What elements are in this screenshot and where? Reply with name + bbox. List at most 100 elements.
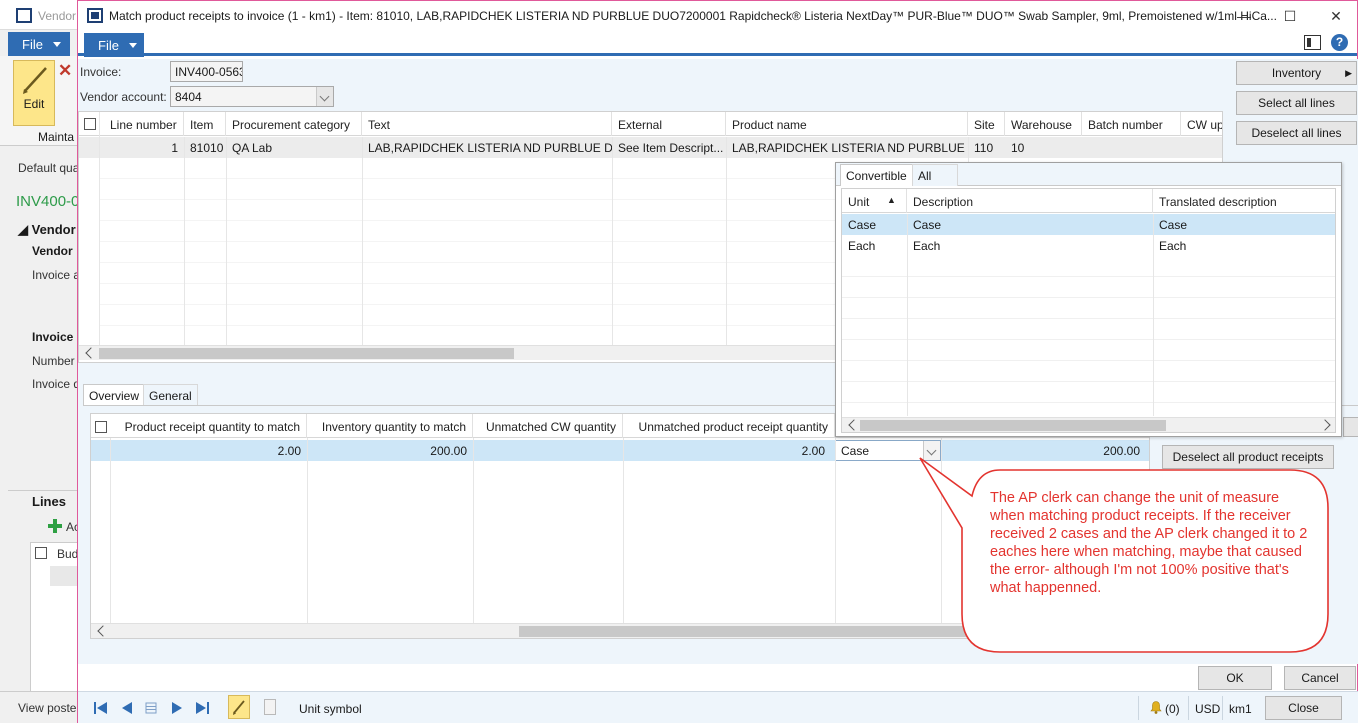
- attachments-icon[interactable]: [264, 699, 276, 715]
- column-divider: [907, 214, 908, 416]
- column-header[interactable]: Product receipt quantity to match: [110, 414, 307, 438]
- scroll-left-icon[interactable]: [85, 347, 97, 359]
- next-record-icon[interactable]: [172, 702, 182, 714]
- column-divider: [726, 137, 727, 345]
- last-record-icon[interactable]: [196, 702, 209, 714]
- vendor-subheader: Vendor: [32, 244, 73, 258]
- deselect-all-product-receipts-button[interactable]: Deselect all product receipts: [1162, 445, 1334, 469]
- select-all-checkbox[interactable]: [84, 118, 96, 130]
- column-header[interactable]: Product name: [726, 112, 968, 136]
- scrollbar-thumb[interactable]: [99, 348, 514, 359]
- chevron-down-icon[interactable]: [923, 441, 940, 460]
- column-header[interactable]: Description: [907, 189, 1153, 213]
- unmatched-qty-cell[interactable]: 2.00: [623, 440, 831, 461]
- scroll-right-icon[interactable]: [1319, 419, 1331, 431]
- column-divider: [473, 438, 474, 623]
- horizontal-scrollbar[interactable]: [842, 417, 1335, 432]
- app-icon: [16, 8, 32, 23]
- ok-button[interactable]: OK: [1198, 666, 1272, 690]
- column-header[interactable]: Unmatched product receipt quantity: [623, 414, 835, 438]
- bell-icon[interactable]: [1148, 699, 1164, 715]
- edit-button-label: Edit: [23, 97, 45, 111]
- field-help-label: Unit symbol: [299, 702, 362, 716]
- tab-general[interactable]: General: [143, 384, 198, 406]
- edit-mode-button[interactable]: [228, 695, 250, 719]
- vendor-account-field[interactable]: 8404: [170, 86, 334, 107]
- column-divider: [226, 137, 227, 345]
- column-header[interactable]: Translated description: [1153, 189, 1335, 213]
- company-label[interactable]: km1: [1229, 702, 1252, 716]
- column-header[interactable]: Site: [968, 112, 1005, 136]
- chevron-right-icon: ▶: [1345, 68, 1352, 78]
- lines-section-header: Lines: [32, 494, 66, 509]
- invoice-label: Invoice:: [80, 65, 122, 79]
- column-header[interactable]: Warehouse: [1005, 112, 1082, 136]
- column-divider: [835, 438, 836, 623]
- close-window-icon[interactable]: ✕: [1318, 5, 1354, 27]
- chevron-down-icon[interactable]: [316, 87, 333, 106]
- pencil-icon: [23, 67, 47, 94]
- scrollbar-thumb[interactable]: [519, 626, 979, 637]
- column-header[interactable]: Line number: [104, 112, 184, 136]
- invoice-field[interactable]: INV400-0563: [170, 61, 243, 82]
- inventory-qty-cell[interactable]: 200.00: [307, 440, 473, 461]
- minimize-icon[interactable]: —: [1226, 5, 1262, 27]
- previous-record-icon[interactable]: [122, 702, 132, 714]
- background-file-menu[interactable]: File: [8, 32, 70, 56]
- column-header[interactable]: External: [612, 112, 726, 136]
- partial-button[interactable]: [1343, 417, 1358, 437]
- file-menu[interactable]: File: [84, 33, 144, 57]
- pencil-icon: [233, 700, 245, 715]
- scroll-left-icon[interactable]: [97, 625, 109, 637]
- cancel-button[interactable]: Cancel: [1284, 666, 1356, 690]
- column-divider: [99, 112, 100, 345]
- scrollbar-thumb[interactable]: [860, 420, 1166, 431]
- help-icon[interactable]: ?: [1331, 34, 1348, 51]
- tab-overview[interactable]: Overview: [83, 384, 146, 406]
- invoice-id-heading: INV400-0: [16, 193, 80, 210]
- table-row[interactable]: 1 81010 QA Lab LAB,RAPIDCHEK LISTERIA ND…: [79, 137, 1222, 158]
- receipt-qty-cell[interactable]: 2.00: [110, 440, 307, 461]
- notification-count[interactable]: (0): [1165, 702, 1180, 716]
- column-header[interactable]: Item: [184, 112, 226, 136]
- cw-qty-cell[interactable]: [473, 440, 623, 461]
- edit-button[interactable]: [13, 60, 55, 126]
- invoice-subheader: Invoice: [32, 330, 74, 344]
- first-record-icon[interactable]: [94, 702, 107, 714]
- select-all-lines-button[interactable]: Select all lines: [1236, 91, 1357, 115]
- column-divider: [184, 137, 185, 345]
- grid-view-icon[interactable]: [145, 702, 157, 714]
- unit-combobox[interactable]: Case: [835, 440, 941, 461]
- delete-icon[interactable]: ✕: [58, 61, 72, 81]
- dialog-title-bar: Match product receipts to invoice (1 - k…: [78, 1, 1357, 31]
- column-header[interactable]: Procurement category: [226, 112, 362, 136]
- list-item[interactable]: Each Each Each: [842, 235, 1335, 256]
- extra-qty-cell[interactable]: 200.00: [941, 440, 1146, 461]
- tab-convertible[interactable]: Convertible: [840, 164, 913, 186]
- tab-all[interactable]: All: [912, 164, 958, 186]
- close-button[interactable]: Close: [1265, 696, 1342, 720]
- add-icon[interactable]: [48, 519, 62, 533]
- select-all-receipts-checkbox[interactable]: [95, 421, 107, 433]
- column-header[interactable]: CW up: [1181, 112, 1222, 136]
- select-all-checkbox[interactable]: [35, 547, 47, 559]
- column-header[interactable]: Batch number: [1082, 112, 1181, 136]
- unit-grid: Unit ▲ Description Translated description…: [841, 188, 1336, 433]
- column-header-unit[interactable]: Unit ▲: [842, 189, 907, 213]
- layout-icon[interactable]: [1304, 35, 1321, 50]
- column-header[interactable]: Inventory quantity to match: [307, 414, 473, 438]
- column-header[interactable]: Unmatched CW quantity: [473, 414, 623, 438]
- view-posted-label: View poste: [18, 701, 77, 715]
- scroll-left-icon[interactable]: [848, 419, 860, 431]
- deselect-all-lines-button[interactable]: Deselect all lines: [1236, 121, 1357, 145]
- horizontal-scrollbar[interactable]: [91, 623, 1149, 638]
- record-navigation: [94, 702, 209, 714]
- table-row[interactable]: 2.00 200.00 2.00 Case 200.00: [91, 440, 1149, 461]
- list-item[interactable]: Case Case Case: [842, 214, 1335, 235]
- column-header[interactable]: Text: [362, 112, 612, 136]
- inventory-button[interactable]: Inventory ▶: [1236, 61, 1357, 85]
- currency-label[interactable]: USD: [1195, 702, 1220, 716]
- callout-text: The AP clerk can change the unit of meas…: [990, 490, 1308, 596]
- maximize-icon[interactable]: ☐: [1272, 5, 1308, 27]
- vendor-section-header[interactable]: ◢ Vendor: [18, 222, 76, 238]
